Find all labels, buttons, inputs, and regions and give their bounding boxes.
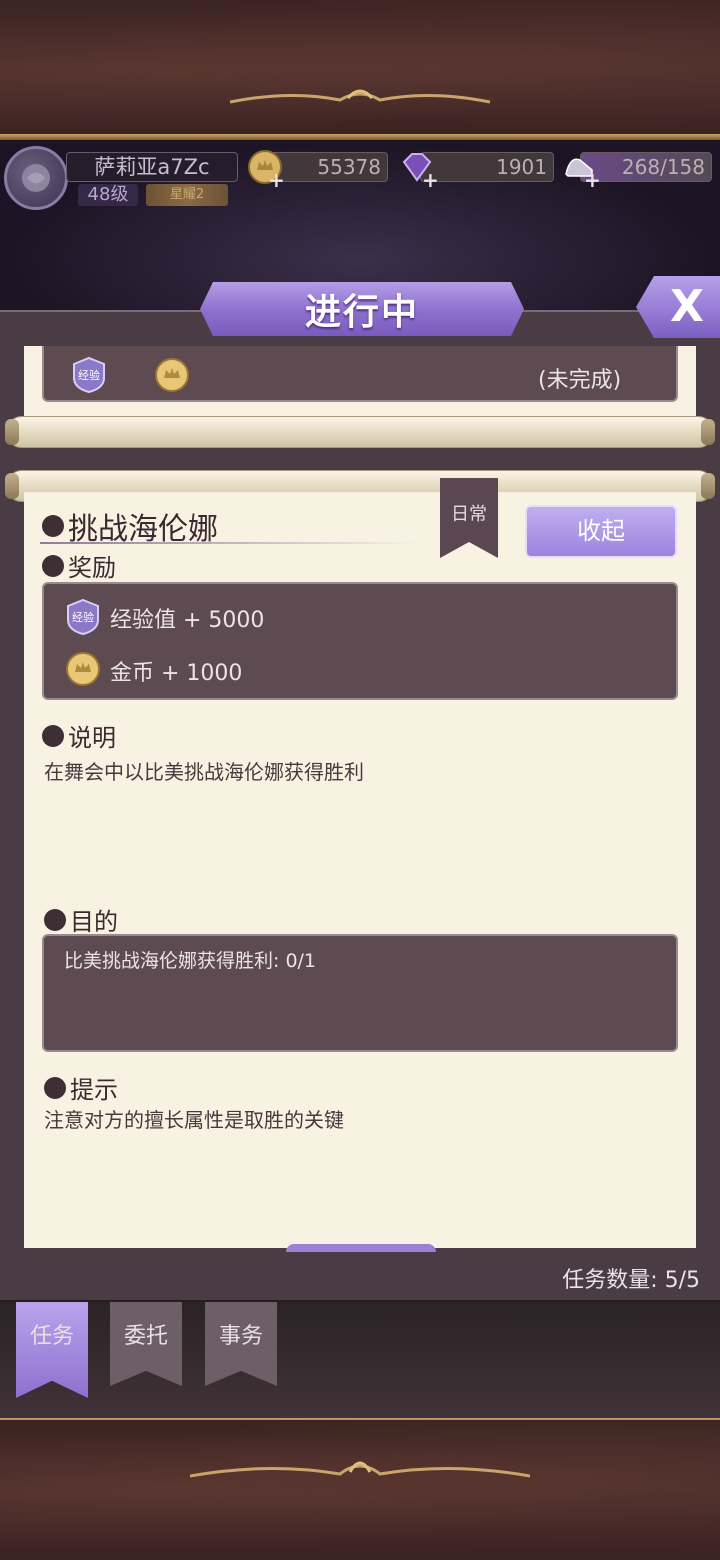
- bottom-decor-band: [0, 1420, 720, 1560]
- add-gems-button[interactable]: +: [422, 168, 439, 192]
- objective-text: 比美挑战海伦娜获得胜利: 0/1: [64, 950, 317, 972]
- exp-badge-label: 经验: [78, 368, 100, 382]
- tab-bar: [0, 1302, 720, 1420]
- title-divider: [40, 542, 420, 544]
- rose-icon: [22, 164, 50, 192]
- gold-ornament-icon: [190, 1461, 530, 1478]
- hint-heading-label: 提示: [70, 1076, 118, 1104]
- exclamation-icon: [44, 908, 66, 931]
- coin-counter: 55378: [270, 152, 388, 182]
- add-coins-button[interactable]: +: [268, 168, 285, 192]
- note-icon: [44, 1076, 66, 1099]
- reward-icon: [42, 554, 64, 577]
- avatar[interactable]: [4, 146, 68, 210]
- scroll-indicator: [286, 1244, 436, 1252]
- gold-ornament-icon: [230, 89, 490, 104]
- exp-badge-icon: 经验: [67, 598, 99, 636]
- player-level: 48级: [78, 184, 138, 206]
- scroll-rod-bottom: [5, 416, 715, 448]
- reward-heading: 奖励: [42, 548, 116, 583]
- book-icon: [42, 724, 64, 747]
- previous-task-status: (未完成): [538, 368, 622, 393]
- hint-text: 注意对方的擅长属性是取胜的关键: [44, 1108, 344, 1132]
- description-heading: 说明: [42, 718, 116, 753]
- hint-heading: 提示: [44, 1070, 118, 1105]
- exp-badge-icon: 经验: [73, 356, 105, 394]
- top-decor-band: [0, 0, 720, 140]
- description-text: 在舞会中以比美挑战海伦娜获得胜利: [44, 760, 364, 784]
- coin-icon: [155, 358, 189, 392]
- coin-icon: [66, 652, 100, 686]
- task-count: 任务数量: 5/5: [562, 1268, 700, 1293]
- reward-coins: 金币 + 1000: [110, 661, 243, 686]
- reward-exp: 经验值 + 5000: [110, 608, 265, 633]
- window-title: 进行中: [200, 282, 524, 336]
- exp-badge-label: 经验: [72, 610, 94, 624]
- objective-heading: 目的: [44, 902, 118, 937]
- description-heading-label: 说明: [68, 724, 116, 752]
- rank-badge: 星耀2: [146, 184, 228, 206]
- gem-counter: 1901: [420, 152, 554, 182]
- objective-heading-label: 目的: [70, 908, 118, 936]
- crown-icon: [42, 515, 64, 537]
- reward-heading-label: 奖励: [68, 554, 116, 582]
- player-name: 萨莉亚a7Zc: [66, 152, 238, 182]
- collapse-button[interactable]: 收起: [525, 505, 677, 558]
- add-stamina-button[interactable]: +: [584, 168, 601, 192]
